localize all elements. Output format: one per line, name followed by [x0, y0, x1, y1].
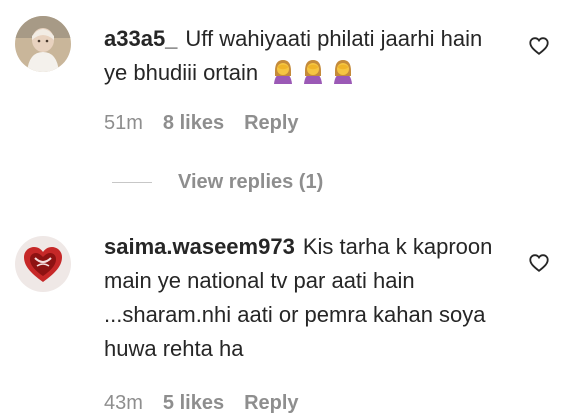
- reply-button[interactable]: Reply: [244, 392, 298, 415]
- view-replies-button[interactable]: View replies (1): [112, 171, 323, 194]
- emoji-group: [270, 58, 356, 84]
- heart-icon[interactable]: [528, 35, 550, 57]
- comment-meta: 51m 8 likes Reply: [104, 112, 299, 135]
- divider: [112, 182, 152, 183]
- comment-time: 51m: [104, 112, 143, 134]
- comment-username[interactable]: saima.waseem973: [104, 234, 295, 259]
- likes-count[interactable]: 8 likes: [163, 112, 224, 135]
- woman-facepalming-icon: [334, 60, 353, 84]
- reply-button[interactable]: Reply: [244, 112, 298, 135]
- comment-text: a33a5_ Uff wahiyaati philati jaarhi hain …: [104, 22, 504, 90]
- woman-facepalming-icon: [274, 60, 293, 84]
- comment-username[interactable]: a33a5_: [104, 26, 177, 51]
- comment-meta: 43m 5 likes Reply: [104, 392, 299, 415]
- comment-time: 43m: [104, 392, 143, 414]
- avatar[interactable]: [15, 236, 71, 292]
- comment-text: saima.waseem973 Kis tarha k kaproon main …: [104, 230, 524, 366]
- comments-list: a33a5_ Uff wahiyaati philati jaarhi hain …: [0, 0, 570, 415]
- likes-count[interactable]: 5 likes: [163, 392, 224, 415]
- heart-icon[interactable]: [528, 252, 550, 274]
- avatar[interactable]: [15, 16, 71, 72]
- view-replies-label: View replies (1): [178, 171, 324, 193]
- woman-facepalming-icon: [304, 60, 323, 84]
